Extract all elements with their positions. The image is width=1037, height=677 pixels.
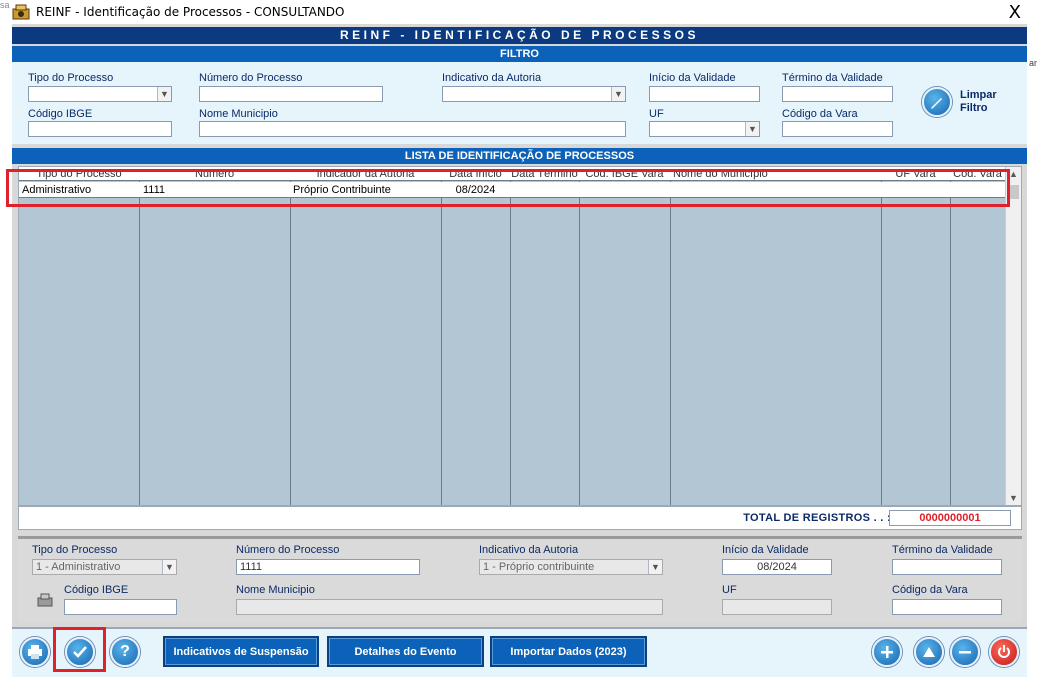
detail-codigo-ibge-input[interactable] <box>64 599 177 615</box>
importar-dados-button[interactable]: Importar Dados (2023) <box>490 636 647 667</box>
filter-tipo-processo-select[interactable]: ▼ <box>28 86 172 102</box>
highlight-outline-row <box>6 169 1010 207</box>
list-header: LISTA DE IDENTIFICAÇÃO DE PROCESSOS <box>12 148 1027 164</box>
detail-numero-processo-label: Número do Processo <box>236 544 340 556</box>
grid-column-divider <box>139 167 140 505</box>
detail-indicativo-autoria-select: 1 - Próprio contribuinte ▼ <box>479 559 663 575</box>
chevron-down-icon: ▼ <box>648 560 662 574</box>
detail-nome-municipio-input <box>236 599 663 615</box>
filter-header: FILTRO <box>12 46 1027 62</box>
page-title: REINF - IDENTIFICAÇÃO DE PROCESSOS <box>12 27 1027 44</box>
grid-column-divider <box>950 167 951 505</box>
filter-codigo-ibge-input[interactable] <box>28 121 172 137</box>
total-bar: TOTAL DE REGISTROS . . : 0000000001 <box>18 506 1022 530</box>
grid-column-divider <box>510 167 511 505</box>
minus-icon <box>959 651 971 654</box>
detail-termino-validade-label: Término da Validade <box>892 544 993 556</box>
detail-numero-processo-input[interactable]: 1111 <box>236 559 420 575</box>
process-grid[interactable]: Tipo do Processo Número Indicador da Aut… <box>18 166 1022 506</box>
detail-tipo-processo-label: Tipo do Processo <box>32 544 118 556</box>
filter-indicativo-autoria-select[interactable]: ▼ <box>442 86 626 102</box>
filter-panel: Tipo do Processo ▼ Número do Processo In… <box>12 62 1027 144</box>
filter-inicio-validade-label: Início da Validade <box>649 72 736 84</box>
detail-tipo-processo-select: 1 - Administrativo ▼ <box>32 559 177 575</box>
filter-numero-processo-label: Número do Processo <box>199 72 303 84</box>
edit-button[interactable] <box>914 637 944 667</box>
app-icon <box>12 4 30 20</box>
highlight-outline-confirm <box>53 627 106 672</box>
grid-column-divider <box>290 167 291 505</box>
print-button[interactable] <box>20 637 50 667</box>
bottom-toolbar: ? Indicativos de Suspensão Detalhes do E… <box>12 627 1027 677</box>
search-ibge-icon[interactable] <box>36 592 56 608</box>
help-button[interactable]: ? <box>110 637 140 667</box>
scroll-down-icon[interactable]: ▼ <box>1009 493 1018 503</box>
triangle-up-icon <box>923 647 935 657</box>
limpar-label: Limpar <box>960 89 997 101</box>
detail-uf-input <box>722 599 832 615</box>
detail-indicativo-autoria-label: Indicativo da Autoria <box>479 544 579 556</box>
filter-nome-municipio-input[interactable] <box>199 121 626 137</box>
filter-uf-select[interactable]: ▼ <box>649 121 760 137</box>
close-icon[interactable]: X <box>1009 2 1021 23</box>
grid-column-divider <box>881 167 882 505</box>
edge-text-right: ar <box>1028 58 1037 68</box>
detail-codigo-ibge-label: Código IBGE <box>64 584 129 596</box>
detail-termino-validade-input[interactable] <box>892 559 1002 575</box>
filter-nome-municipio-label: Nome Municipio <box>199 108 278 120</box>
edge-text-left: sa <box>0 0 10 10</box>
detail-codigo-vara-input[interactable] <box>892 599 1002 615</box>
filter-codigo-ibge-label: Código IBGE <box>28 108 93 120</box>
remove-button[interactable] <box>950 637 980 667</box>
chevron-down-icon[interactable]: ▼ <box>745 122 759 136</box>
total-value: 0000000001 <box>889 510 1011 526</box>
filter-uf-label: UF <box>649 108 664 120</box>
plus-icon <box>881 646 893 658</box>
detail-nome-municipio-label: Nome Municipio <box>236 584 315 596</box>
detail-panel: Tipo do Processo 1 - Administrativo ▼ Nú… <box>18 536 1022 622</box>
power-icon <box>998 645 1010 658</box>
broom-icon[interactable] <box>922 87 952 117</box>
chevron-down-icon: ▼ <box>162 560 176 574</box>
chevron-down-icon[interactable]: ▼ <box>157 87 171 101</box>
chevron-down-icon[interactable]: ▼ <box>611 87 625 101</box>
exit-button[interactable] <box>989 637 1019 667</box>
help-icon: ? <box>120 643 130 660</box>
limpar-filtro-button[interactable]: Limpar Filtro <box>922 87 997 117</box>
detail-tipo-processo-value: 1 - Administrativo <box>36 561 121 573</box>
window-title: REINF - Identificação de Processos - CON… <box>36 5 345 19</box>
total-label: TOTAL DE REGISTROS . . : <box>743 512 891 524</box>
detail-indicativo-autoria-value: 1 - Próprio contribuinte <box>483 561 595 573</box>
detail-codigo-vara-label: Código da Vara <box>892 584 968 596</box>
grid-column-divider <box>670 167 671 505</box>
filter-inicio-validade-input[interactable] <box>649 86 760 102</box>
filter-tipo-processo-label: Tipo do Processo <box>28 72 114 84</box>
grid-scrollbar[interactable]: ▲ ▼ <box>1005 167 1021 505</box>
window-titlebar: REINF - Identificação de Processos - CON… <box>0 0 1037 24</box>
filtro-label: Filtro <box>960 102 988 114</box>
add-button[interactable] <box>872 637 902 667</box>
grid-body <box>19 167 1005 505</box>
filter-codigo-vara-input[interactable] <box>782 121 893 137</box>
filter-indicativo-autoria-label: Indicativo da Autoria <box>442 72 542 84</box>
grid-column-divider <box>441 167 442 505</box>
filter-numero-processo-input[interactable] <box>199 86 383 102</box>
indicativos-suspensao-button[interactable]: Indicativos de Suspensão <box>163 636 319 667</box>
filter-termino-validade-label: Término da Validade <box>782 72 883 84</box>
scroll-up-icon[interactable]: ▲ <box>1009 169 1018 179</box>
main-frame: REINF - IDENTIFICAÇÃO DE PROCESSOS FILTR… <box>6 24 1027 677</box>
detail-uf-label: UF <box>722 584 737 596</box>
detalhes-evento-button[interactable]: Detalhes do Evento <box>327 636 484 667</box>
filter-codigo-vara-label: Código da Vara <box>782 108 858 120</box>
detail-inicio-validade-label: Início da Validade <box>722 544 809 556</box>
detail-inicio-validade-input[interactable]: 08/2024 <box>722 559 832 575</box>
filter-termino-validade-input[interactable] <box>782 86 893 102</box>
printer-icon <box>28 645 42 659</box>
grid-column-divider <box>579 167 580 505</box>
